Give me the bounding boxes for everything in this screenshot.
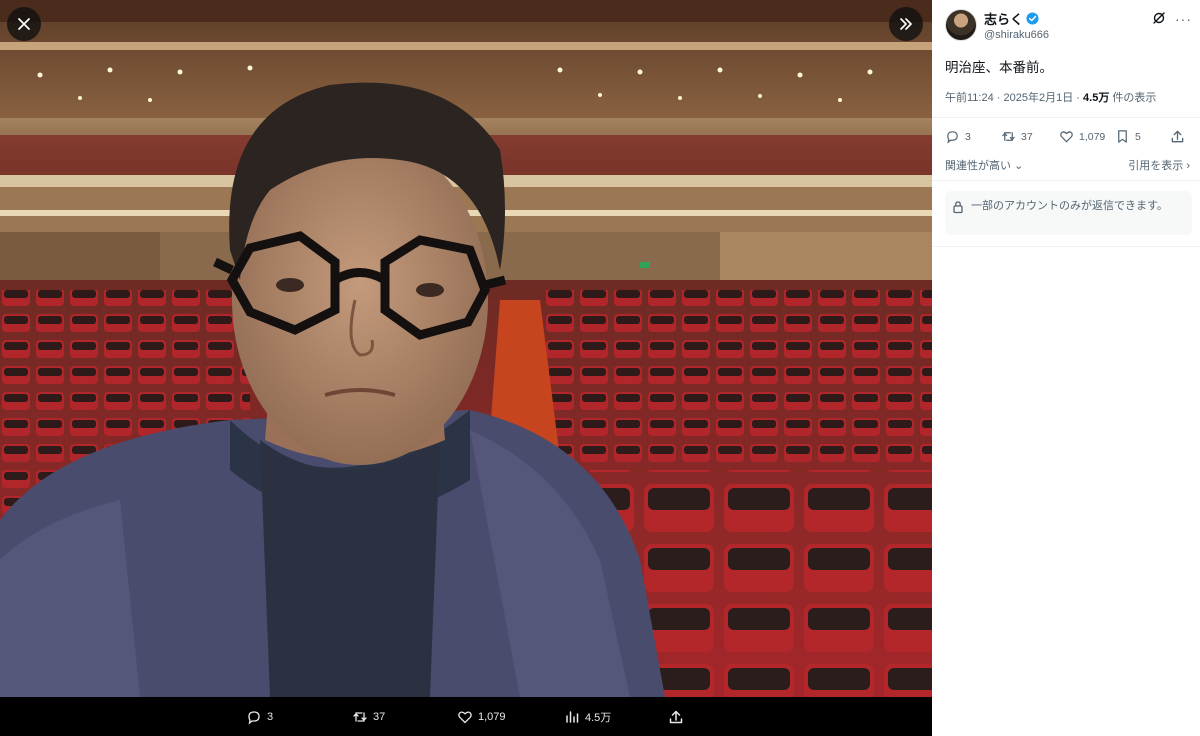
theater-selfie-image — [0, 0, 932, 697]
post-time[interactable]: 午前11:24 — [945, 92, 994, 104]
media-action-bar: 3 37 1,079 4.5万 — [0, 697, 932, 736]
viewer-share-button[interactable] — [668, 697, 684, 736]
post-detail-panel: 志らく @shiraku666 ··· 明治座、本番前。 午前11:24 · 2… — [932, 0, 1200, 736]
post-date[interactable]: 2025年2月1日 — [1004, 92, 1074, 104]
post-text: 明治座、本番前。 — [945, 60, 1053, 75]
viewer-like-button[interactable]: 1,079 — [457, 697, 506, 736]
view-quotes-link[interactable]: 引用を表示 › — [1128, 157, 1190, 173]
post-meta: 午前11:24 · 2025年2月1日 · 4.5万 件の表示 — [945, 89, 1156, 105]
divider — [932, 117, 1200, 118]
viewer-like-count: 1,079 — [478, 710, 506, 723]
author-text: 志らく @shiraku666 — [984, 9, 1049, 41]
grok-icon[interactable] — [1152, 11, 1166, 25]
lock-icon — [953, 201, 963, 214]
reply-count: 3 — [965, 130, 971, 143]
quotes-label: 引用を表示 — [1128, 160, 1184, 172]
post-views-count: 4.5万 — [1083, 92, 1110, 104]
media-viewer: 3 37 1,079 4.5万 — [0, 0, 932, 736]
chevron-down-icon: ⌄ — [1014, 160, 1024, 172]
heart-icon — [1060, 131, 1073, 143]
sort-label: 関連性が高い — [945, 160, 1011, 172]
viewer-repost-button[interactable]: 37 — [352, 697, 385, 736]
expand-sidebar-button[interactable] — [889, 7, 923, 41]
meta-separator: · — [996, 92, 1001, 104]
viewer-reply-count: 3 — [267, 710, 274, 723]
chevrons-right-icon — [900, 18, 912, 30]
share-icon — [1171, 130, 1184, 143]
reply-restriction-notice: 一部のアカウントのみが返信できます。 — [945, 191, 1192, 235]
share-icon — [669, 710, 683, 723]
close-button[interactable] — [7, 7, 41, 41]
like-count: 1,079 — [1079, 130, 1106, 143]
analytics-icon — [566, 710, 579, 723]
reply-button[interactable]: 3 — [945, 129, 971, 144]
share-button[interactable] — [1170, 129, 1185, 144]
repost-icon — [1002, 132, 1015, 141]
sort-dropdown[interactable]: 関連性が高い ⌄ — [945, 157, 1023, 173]
repost-count: 37 — [1021, 130, 1033, 143]
bookmark-icon — [1118, 130, 1127, 143]
close-icon — [18, 18, 30, 30]
divider — [932, 180, 1200, 181]
reply-restriction-text: 一部のアカウントのみが返信できます。 — [971, 200, 1168, 212]
author-handle[interactable]: @shiraku666 — [984, 29, 1049, 41]
reply-icon — [947, 131, 958, 144]
avatar[interactable] — [945, 9, 977, 41]
more-options-icon[interactable]: ··· — [1175, 11, 1192, 27]
heart-icon — [458, 710, 472, 723]
author-display-name-row[interactable]: 志らく — [984, 9, 1049, 28]
post-views-label: 件の表示 — [1112, 92, 1157, 104]
bookmark-button[interactable]: 5 — [1115, 129, 1141, 144]
verified-badge-icon — [1026, 12, 1039, 25]
like-button[interactable]: 1,079 — [1059, 129, 1105, 144]
chevron-right-icon: › — [1186, 160, 1190, 172]
author-display-name[interactable]: 志らく — [984, 9, 1023, 28]
reply-icon — [248, 710, 260, 725]
repost-icon — [353, 711, 367, 722]
post-author[interactable]: 志らく @shiraku666 — [945, 9, 1049, 41]
viewer-reply-button[interactable]: 3 — [246, 697, 273, 736]
divider — [932, 246, 1200, 247]
post-photo[interactable] — [0, 0, 932, 697]
bookmark-count: 5 — [1135, 130, 1141, 143]
viewer-repost-count: 37 — [373, 710, 386, 723]
post-media-viewer: 3 37 1,079 4.5万 志らく @shiraku666 ··· 明治座、… — [0, 0, 1200, 736]
viewer-views-button[interactable]: 4.5万 — [564, 697, 611, 736]
post-stats: 3 37 1,079 5 — [945, 129, 1190, 147]
repost-button[interactable]: 37 — [1001, 129, 1033, 144]
meta-separator-2: · — [1076, 92, 1080, 104]
viewer-views-count: 4.5万 — [585, 711, 612, 724]
